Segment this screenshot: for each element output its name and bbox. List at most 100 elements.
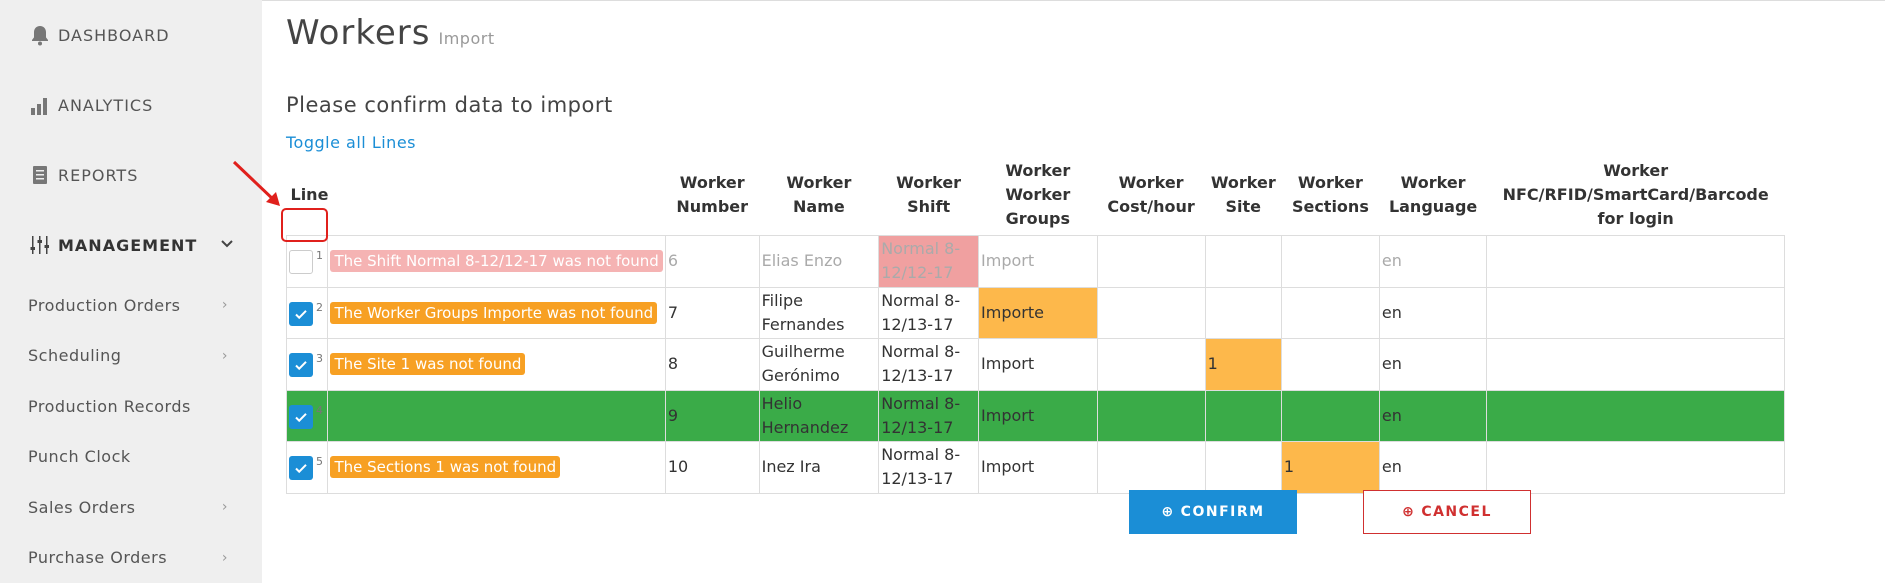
nav-dashboard[interactable]: DASHBOARD: [0, 0, 262, 70]
error-cell: The Site 1 was not found: [327, 338, 666, 391]
chevron-right-icon: ›: [221, 499, 228, 516]
cell-number: 6: [664, 235, 760, 288]
line-number: 3: [316, 352, 323, 366]
error-badge: The Sections 1 was not found: [330, 456, 561, 479]
cell-sections: [1280, 389, 1380, 442]
cell-sections: [1280, 338, 1380, 391]
arrow-circle-icon: ⊕: [1161, 504, 1175, 520]
toggle-all-lines-link[interactable]: Toggle all Lines: [286, 133, 416, 152]
bell-icon: [28, 23, 52, 47]
header-worker-shift: Worker Shift: [896, 173, 962, 216]
nav-sub-label: Production Records: [28, 396, 191, 416]
header-worker-sections: Worker Sections: [1291, 173, 1369, 216]
cell-nfc: [1486, 441, 1785, 494]
document-icon: [28, 163, 52, 187]
cell-number: 8: [664, 338, 760, 391]
chevron-right-icon: ›: [221, 549, 228, 566]
row-checkbox[interactable]: [289, 353, 313, 378]
row-checkbox[interactable]: [289, 404, 313, 429]
arrow-circle-icon: ⊕: [1402, 504, 1416, 520]
cell-name: Inez Ira: [758, 441, 880, 494]
cell-number: 7: [664, 286, 760, 339]
error-cell: The Shift Normal 8-12/12-17 was not foun…: [327, 235, 666, 288]
line-cell: 3: [285, 338, 329, 391]
nav-reports[interactable]: REPORTS: [0, 140, 262, 210]
row-checkbox[interactable]: [289, 456, 313, 481]
cell-groups: Importe: [978, 286, 1098, 339]
chevron-down-icon[interactable]: [220, 237, 234, 253]
confirm-button[interactable]: ⊕ CONFIRM: [1129, 490, 1297, 534]
cell-sections: 1: [1280, 441, 1380, 494]
import-table: Line Worker Number Worker Name Worker Sh…: [285, 155, 1785, 494]
error-cell: The Sections 1 was not found: [327, 441, 666, 494]
cell-site: [1204, 235, 1282, 288]
line-number: 5: [316, 455, 323, 469]
nav-purchase-orders[interactable]: Purchase Orders ›: [0, 533, 262, 583]
page-title: Workers Import: [286, 13, 495, 53]
main-content: Workers Import Please confirm data to imp…: [262, 0, 1885, 583]
cell-shift: Normal 8-12/13-17: [878, 441, 980, 494]
cell-language: en: [1378, 338, 1488, 391]
row-checkbox[interactable]: [289, 250, 313, 275]
nav-sub-label: Scheduling: [28, 346, 122, 366]
nav-sales-orders[interactable]: Sales Orders ›: [0, 482, 262, 533]
error-cell: The Worker Groups Importe was not found: [327, 286, 666, 339]
header-worker-groups: Worker Worker Groups: [1005, 161, 1071, 228]
header-worker-language: Worker Language: [1388, 173, 1478, 216]
confirm-button-label: CONFIRM: [1180, 504, 1265, 520]
cell-language: en: [1378, 441, 1488, 494]
sidebar: DASHBOARD ANALYTICS REPORTS MANAGEMENT P…: [0, 0, 262, 583]
line-number: 2: [316, 300, 323, 314]
header-worker-name: Worker Name: [786, 173, 852, 216]
cell-name: Helio Hernandez: [758, 389, 880, 442]
cell-nfc: [1486, 338, 1785, 391]
cell-groups: Import: [978, 235, 1098, 288]
cell-language: en: [1378, 286, 1488, 339]
nav-management[interactable]: MANAGEMENT: [0, 210, 262, 280]
cell-cost: [1096, 338, 1206, 391]
cell-nfc: [1486, 286, 1785, 339]
cell-sections: [1280, 235, 1380, 288]
cell-nfc: [1486, 389, 1785, 442]
sliders-icon: [28, 233, 52, 257]
nav-sub-label: Sales Orders: [28, 497, 136, 517]
cell-shift: Normal 8-12/12-17: [878, 235, 980, 288]
cancel-button[interactable]: ⊕ CANCEL: [1363, 490, 1531, 534]
cancel-button-label: CANCEL: [1421, 504, 1492, 520]
nav-dashboard-label: DASHBOARD: [58, 25, 170, 45]
cell-shift: Normal 8-12/13-17: [878, 389, 980, 442]
nav-production-orders[interactable]: Production Orders ›: [0, 280, 262, 331]
nav-punch-clock[interactable]: Punch Clock: [0, 432, 262, 483]
line-cell: 2: [285, 286, 329, 339]
table-row: 2 The Worker Groups Importe was not foun…: [285, 286, 1785, 339]
nav-sub-label: Punch Clock: [28, 447, 131, 467]
header-worker-cost: Worker Cost/hour: [1107, 173, 1195, 216]
nav-analytics[interactable]: ANALYTICS: [0, 70, 262, 140]
error-badge: The Shift Normal 8-12/12-17 was not foun…: [330, 250, 663, 273]
table-row: 4 9 Helio Hernandez Normal 8-12/13-17 Im…: [285, 389, 1785, 442]
line-cell: 4: [285, 389, 329, 442]
bar-chart-icon: [28, 93, 52, 117]
error-cell: [327, 389, 666, 442]
chevron-right-icon: ›: [221, 347, 228, 364]
header-worker-nfc: Worker NFC/RFID/SmartCard/Barcode for lo…: [1502, 161, 1769, 228]
cell-site: [1204, 389, 1282, 442]
annotation-arrow-icon: [232, 160, 280, 206]
row-checkbox[interactable]: [289, 301, 313, 326]
line-number: 1: [316, 249, 323, 263]
confirm-heading: Please confirm data to import: [286, 93, 613, 117]
table-row: 3 The Site 1 was not found 8 Guilherme G…: [285, 338, 1785, 391]
cell-groups: Import: [978, 338, 1098, 391]
page-subtitle: Import: [438, 29, 495, 48]
cell-site: 1: [1204, 338, 1282, 391]
cell-sections: [1280, 286, 1380, 339]
header-line: Line: [290, 185, 329, 204]
cell-number: 10: [664, 441, 760, 494]
cell-name: Guilherme Gerónimo: [758, 338, 880, 391]
checkmark-icon: [295, 309, 307, 319]
cell-language: en: [1378, 389, 1488, 442]
chevron-right-icon: ›: [221, 297, 228, 314]
nav-production-records[interactable]: Production Records: [0, 381, 262, 432]
error-badge: The Site 1 was not found: [330, 353, 526, 376]
nav-scheduling[interactable]: Scheduling ›: [0, 331, 262, 382]
